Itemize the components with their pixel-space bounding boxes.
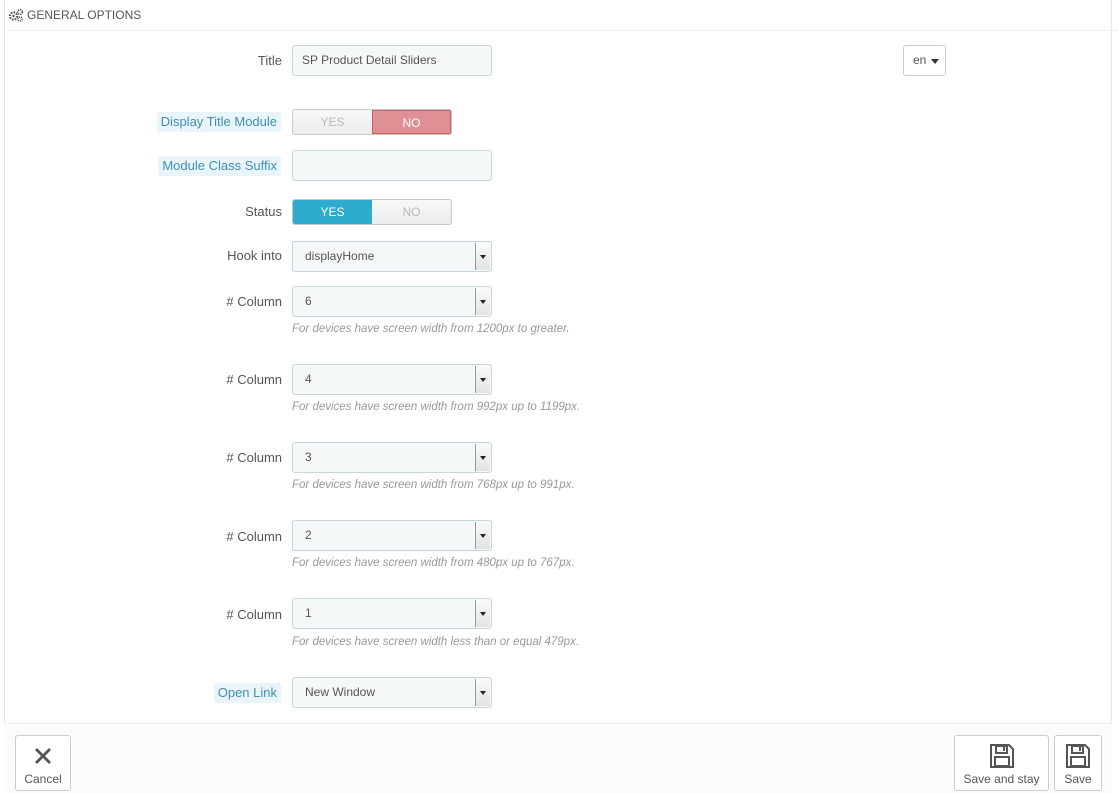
select-arrow-icon — [475, 679, 490, 706]
title-input[interactable]: SP Product Detail Sliders — [292, 45, 492, 76]
panel-heading: General options — [8, 0, 1118, 31]
save-icon — [1066, 744, 1090, 768]
save-and-stay-label: Save and stay — [963, 772, 1040, 786]
display-title-yes[interactable]: YES — [293, 110, 372, 134]
open-link-value: New Window — [305, 685, 376, 699]
column-help: For devices have screen width less than … — [292, 636, 580, 648]
column-select-xxs[interactable]: 1 — [292, 598, 492, 629]
column-value: 3 — [305, 450, 312, 464]
select-arrow-icon — [475, 243, 490, 270]
hook-select[interactable]: displayHome — [292, 241, 492, 272]
select-arrow-icon — [475, 600, 490, 627]
column-help: For devices have screen width from 768px… — [292, 479, 575, 491]
status-toggle: YES NO — [292, 199, 452, 225]
column-value: 1 — [305, 606, 312, 620]
column-help: For devices have screen width from 992px… — [292, 401, 581, 413]
cogs-icon — [8, 8, 24, 22]
column-label: # Column — [226, 372, 282, 387]
column-select-lg[interactable]: 6 — [292, 286, 492, 317]
panel-footer: Cancel Save and stay Save — [4, 723, 1112, 793]
column-label: # Column — [226, 450, 282, 465]
column-help: For devices have screen width from 480px… — [292, 557, 575, 569]
display-title-no[interactable]: NO — [371, 110, 451, 134]
select-arrow-icon — [475, 366, 490, 393]
language-value: en — [913, 53, 927, 67]
save-icon — [989, 744, 1014, 768]
select-arrow-icon — [475, 288, 490, 315]
hook-value: displayHome — [305, 249, 375, 263]
status-no[interactable]: NO — [372, 200, 451, 224]
column-select-md[interactable]: 4 — [292, 364, 492, 395]
cancel-label: Cancel — [24, 772, 62, 786]
column-value: 6 — [305, 294, 312, 308]
save-button[interactable]: Save — [1054, 735, 1102, 791]
status-label: Status — [245, 204, 282, 219]
caret-down-icon — [931, 59, 939, 64]
column-label: # Column — [226, 529, 282, 544]
class-suffix-input[interactable] — [292, 150, 492, 181]
column-value: 2 — [305, 528, 312, 542]
column-select-xs[interactable]: 2 — [292, 520, 492, 551]
open-link-label: Open Link — [213, 683, 281, 703]
column-label: # Column — [226, 294, 282, 309]
save-label: Save — [1064, 772, 1092, 786]
open-link-select[interactable]: New Window — [292, 677, 492, 708]
class-suffix-label: Module Class Suffix — [158, 156, 281, 176]
cancel-button[interactable]: Cancel — [15, 735, 71, 791]
select-arrow-icon — [475, 444, 490, 471]
panel-heading-text: General options — [27, 8, 142, 22]
column-value: 4 — [305, 372, 312, 386]
language-dropdown[interactable]: en — [903, 45, 946, 76]
column-label: # Column — [226, 607, 282, 622]
hook-label: Hook into — [227, 248, 282, 263]
column-select-sm[interactable]: 3 — [292, 442, 492, 473]
title-label: Title — [257, 53, 282, 68]
display-title-toggle: YES NO — [292, 109, 452, 135]
save-and-stay-button[interactable]: Save and stay — [954, 735, 1049, 791]
column-help: For devices have screen width from 1200p… — [292, 323, 570, 335]
status-yes[interactable]: YES — [293, 200, 372, 224]
select-arrow-icon — [475, 522, 490, 549]
close-icon — [35, 748, 51, 764]
display-title-label: Display Title Module — [156, 112, 281, 132]
